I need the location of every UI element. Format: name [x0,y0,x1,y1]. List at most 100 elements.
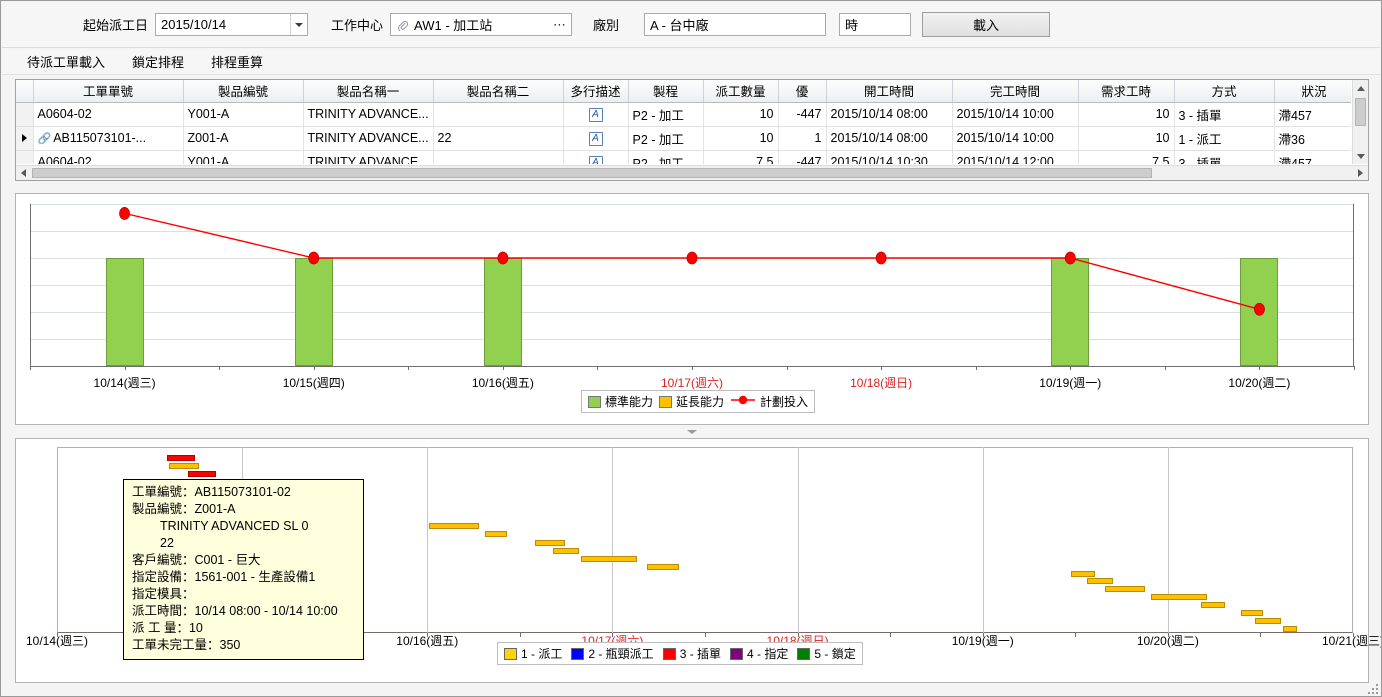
col-method[interactable]: 方式 [1174,80,1275,103]
hour-field[interactable]: 時 [839,13,912,36]
grid-horizontal-scrollbar[interactable] [16,165,1368,180]
cell-product-name1[interactable]: TRINITY ADVANCE... [303,102,434,127]
cell-start-time[interactable]: 2015/10/14 08:00 [826,102,953,127]
legend-item[interactable]: 4 - 指定 [730,645,788,662]
cell-order-no[interactable]: 🔗 AB115073101-... [33,126,184,151]
gantt-task-bar[interactable] [553,548,579,554]
col-order-no[interactable]: 工單單號 [33,80,184,103]
work-center-browse-button[interactable]: ⋯ [549,17,571,33]
gantt-task-bar[interactable] [1201,602,1225,608]
col-process[interactable]: 製程 [628,80,704,103]
row-indicator[interactable] [16,102,34,127]
col-status[interactable]: 狀況 [1274,80,1351,103]
cell-priority[interactable]: -447 [778,102,827,127]
menu-item-pending-orders-load[interactable]: 待派工單載入 [16,49,116,74]
cell-priority[interactable]: 1 [778,126,827,151]
table-row[interactable]: 🔗 AB115073101-... Z001-A TRINITY ADVANCE.… [16,126,1351,151]
scroll-left-icon[interactable] [16,166,31,180]
gantt-task-bar[interactable] [1283,626,1297,632]
gantt-task-bar[interactable] [429,523,479,529]
col-product-name1[interactable]: 製品名稱一 [303,80,434,103]
cell-product-no[interactable]: Y001-A [183,102,304,127]
legend-item[interactable]: 1 - 派工 [504,645,562,662]
cell-qty[interactable]: 7.5 [703,150,779,164]
cell-order-no[interactable]: A0604-02 [33,150,184,164]
gantt-task-bar[interactable] [1087,578,1113,584]
gantt-task-bar[interactable] [485,531,507,537]
cell-multiline[interactable]: A [563,126,629,151]
cell-req-hours[interactable]: 10 [1078,102,1175,127]
scroll-down-icon[interactable] [1353,148,1369,164]
multiline-text-icon[interactable]: A [588,156,603,164]
gantt-task-bar[interactable] [169,463,199,469]
gantt-task-bar[interactable] [1105,586,1145,592]
legend-item[interactable]: 3 - 插單 [662,645,721,662]
resize-grip[interactable] [1367,682,1379,694]
legend-item[interactable]: 2 - 瓶頸派工 [571,645,654,662]
row-indicator[interactable] [16,150,34,164]
gantt-task-bar[interactable] [1255,618,1281,624]
gantt-task-bar[interactable] [647,564,679,570]
cell-priority[interactable]: -447 [778,150,827,164]
cell-req-hours[interactable]: 10 [1078,126,1175,151]
legend-item[interactable]: 5 - 鎖定 [797,645,856,662]
work-center-picker[interactable]: AW1 - 加工站 ⋯ [390,13,573,36]
table-row[interactable]: A0604-02 Y001-A TRINITY ADVANCE... A P2 … [16,102,1351,127]
col-priority[interactable]: 優 [778,80,827,103]
cell-multiline[interactable]: A [563,102,629,127]
cell-end-time[interactable]: 2015/10/14 10:00 [952,126,1079,151]
multiline-text-icon[interactable]: A [588,132,603,146]
cell-qty[interactable]: 10 [703,126,779,151]
gantt-task-bar[interactable] [167,455,195,461]
multiline-text-icon[interactable]: A [588,108,603,122]
gantt-task-bar[interactable] [188,471,216,477]
cell-start-time[interactable]: 2015/10/14 08:00 [826,126,953,151]
load-button[interactable]: 載入 [922,12,1051,37]
cell-status[interactable]: 滯457 [1274,102,1351,127]
scroll-right-icon[interactable] [1353,166,1368,180]
cell-method[interactable]: 3 - 插單 [1174,150,1275,164]
col-qty[interactable]: 派工數量 [703,80,779,103]
cell-multiline[interactable]: A [563,150,629,164]
planned-load-point[interactable] [1254,302,1265,316]
cell-product-name2[interactable] [433,102,564,127]
gantt-task-bar[interactable] [1071,571,1095,577]
cell-qty[interactable]: 10 [703,102,779,127]
cell-process[interactable]: P2 - 加工 [628,126,704,151]
cell-method[interactable]: 3 - 插單 [1174,102,1275,127]
planned-load-point[interactable] [497,251,509,265]
cell-product-name1[interactable]: TRINITY ADVANCE... [303,150,434,164]
cell-product-no[interactable]: Z001-A [183,126,304,151]
col-product-name2[interactable]: 製品名稱二 [433,80,564,103]
cell-status[interactable]: 滯457 [1274,150,1351,164]
scroll-up-icon[interactable] [1353,80,1369,96]
col-end-time[interactable]: 完工時間 [952,80,1079,103]
grid-hscroll-thumb[interactable] [32,168,1152,178]
cell-status[interactable]: 滯36 [1274,126,1351,151]
col-multiline[interactable]: 多行描述 [563,80,629,103]
cell-process[interactable]: P2 - 加工 [628,102,704,127]
table-row[interactable]: A0604-02 Y001-A TRINITY ADVANCE... A P2 … [16,150,1351,164]
legend-item[interactable]: 標準能力 [588,393,653,410]
col-start-time[interactable]: 開工時間 [826,80,953,103]
menu-item-lock-schedule[interactable]: 鎖定排程 [121,49,195,74]
cell-end-time[interactable]: 2015/10/14 10:00 [952,102,1079,127]
planned-load-point[interactable] [1064,251,1076,265]
grid-vertical-scrollbar[interactable] [1352,80,1368,164]
chart-splitter[interactable] [15,427,1369,436]
row-indicator[interactable] [16,126,34,151]
cell-product-no[interactable]: Y001-A [183,150,304,164]
cell-order-no[interactable]: A0604-02 [33,102,184,127]
legend-item[interactable]: 延長能力 [659,393,724,410]
cell-process[interactable]: P2 - 加工 [628,150,704,164]
menu-item-recalculate-schedule[interactable]: 排程重算 [200,49,274,74]
cell-start-time[interactable]: 2015/10/14 10:30 [826,150,953,164]
legend-item[interactable]: 計劃投入 [730,393,808,410]
planned-load-point[interactable] [875,251,887,265]
cell-end-time[interactable]: 2015/10/14 12:00 [952,150,1079,164]
planned-load-point[interactable] [686,251,698,265]
gantt-task-bar[interactable] [1151,594,1207,600]
planned-load-point[interactable] [308,251,320,265]
gantt-task-bar[interactable] [535,540,565,546]
start-date-combo[interactable]: 2015/10/14 [155,13,309,36]
